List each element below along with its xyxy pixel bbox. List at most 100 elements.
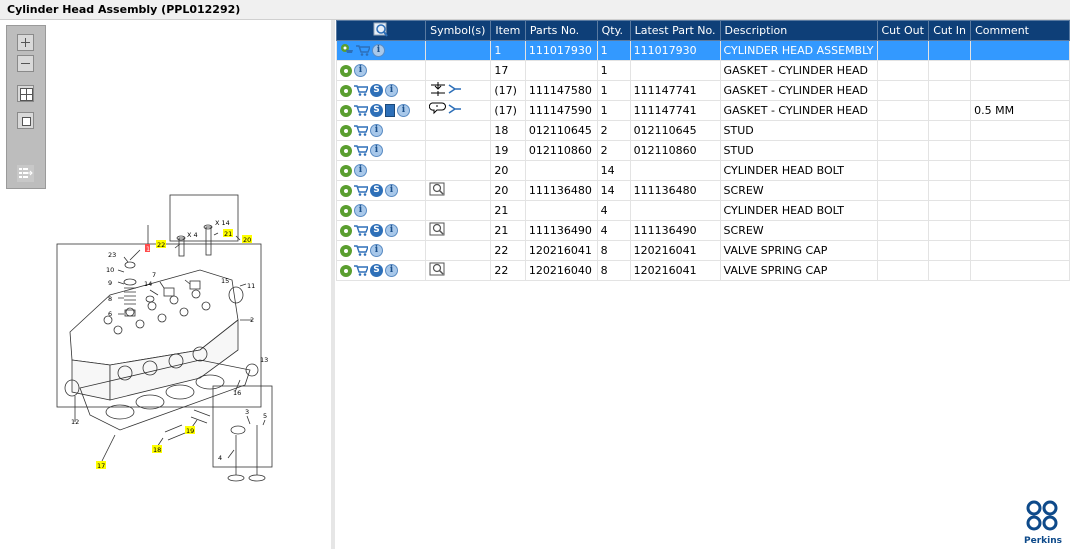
add-to-cart-icon[interactable] (354, 245, 368, 257)
latest-part-cell: 111136490 (629, 220, 721, 241)
service-icon[interactable]: S (370, 84, 383, 98)
column-header-description[interactable]: Description (719, 20, 878, 41)
cut-in-cell (928, 140, 972, 161)
service-icon[interactable]: S (370, 104, 383, 118)
callout-11[interactable]: 11 (247, 282, 255, 290)
configure-cart-icon[interactable] (340, 43, 354, 58)
add-to-cart-icon[interactable] (356, 45, 370, 56)
configure-icon[interactable] (340, 264, 352, 277)
callout-21[interactable]: 21 (224, 230, 232, 238)
column-header-qty[interactable]: Qty. (596, 20, 631, 41)
info-icon[interactable]: i (385, 264, 398, 278)
table-row[interactable]: i 1 111017930 1 111017930 CYLINDER HEAD ASSEM… (335, 40, 1070, 61)
callout-12[interactable]: 12 (71, 418, 79, 426)
table-row[interactable]: i 17 1 GASKET - CYLINDER HEAD (335, 60, 1070, 81)
callout-x14: X 14 (215, 219, 230, 227)
table-row[interactable]: i 21 4 CYLINDER HEAD BOLT (335, 200, 1070, 221)
table-row[interactable]: i 18 012110645 2 012110645 STUD (335, 120, 1070, 141)
column-header-part-no[interactable]: Parts No. (524, 20, 598, 41)
info-icon[interactable]: i (354, 164, 367, 178)
service-icon[interactable]: S (370, 224, 383, 238)
service-icon[interactable]: S (370, 264, 383, 278)
diagram-pane[interactable]: 1 2 3 4 5 6 7 8 9 10 11 12 13 14 15 16 1… (0, 20, 331, 549)
callout-5[interactable]: 5 (263, 412, 267, 420)
info-icon[interactable]: i (385, 84, 398, 98)
view-detail-icon[interactable] (429, 261, 447, 277)
configure-icon[interactable] (340, 144, 352, 157)
info-icon[interactable]: i (385, 184, 398, 198)
manual-icon[interactable] (385, 104, 395, 118)
add-to-cart-icon[interactable] (354, 185, 368, 197)
callout-22[interactable]: 22 (157, 241, 165, 249)
configure-icon[interactable] (340, 104, 352, 117)
add-to-cart-icon[interactable] (354, 85, 368, 97)
info-icon[interactable]: i (370, 124, 383, 138)
table-row[interactable]: Si 22 120216040 8 120216041 VALVE SPRING CAP (335, 260, 1070, 281)
table-row[interactable]: Si (17) 111147580 1 111147741 GASKET - CYLIND… (335, 80, 1070, 101)
configure-icon[interactable] (340, 64, 352, 77)
supersession-note-icon[interactable] (428, 101, 463, 117)
info-icon[interactable]: i (385, 224, 398, 238)
column-header-symbols[interactable]: Symbol(s) (425, 20, 492, 41)
add-to-cart-icon[interactable] (354, 225, 368, 237)
item-cell: 19 (490, 140, 526, 161)
info-icon[interactable]: i (370, 144, 383, 158)
row-actions-cell: Si (335, 260, 427, 281)
info-icon[interactable]: i (372, 44, 385, 57)
callout-14[interactable]: 14 (144, 280, 152, 288)
callout-4[interactable]: 4 (218, 454, 222, 462)
column-header-cut-in[interactable]: Cut In (928, 20, 972, 41)
info-icon[interactable]: i (354, 64, 367, 78)
add-to-cart-icon[interactable] (354, 145, 368, 157)
callout-9[interactable]: 9 (108, 279, 112, 287)
column-header-item[interactable]: Item (490, 20, 526, 41)
column-header-cut-out[interactable]: Cut Out (876, 20, 930, 41)
info-icon[interactable]: i (354, 204, 367, 218)
configure-icon[interactable] (340, 84, 352, 97)
description-cell: GASKET - CYLINDER HEAD (719, 60, 878, 81)
callout-2[interactable]: 2 (250, 316, 254, 324)
comment-cell (970, 60, 1070, 81)
callout-7[interactable]: 7 (152, 271, 156, 279)
service-icon[interactable]: S (370, 184, 383, 198)
table-row[interactable]: Si 20 111136480 14 111136480 SCREW (335, 180, 1070, 201)
table-row[interactable]: Si 21 111136490 4 111136490 SCREW (335, 220, 1070, 241)
column-header-comment[interactable]: Comment (970, 20, 1070, 41)
configure-icon[interactable] (340, 224, 352, 237)
callout-10[interactable]: 10 (106, 266, 114, 274)
info-icon[interactable]: i (397, 104, 410, 118)
column-header-latest-part[interactable]: Latest Part No. (629, 20, 721, 41)
callout-1[interactable]: 1 (146, 245, 150, 253)
callout-8[interactable]: 8 (108, 295, 112, 303)
configure-icon[interactable] (340, 184, 352, 197)
cut-out-cell (876, 260, 930, 281)
callout-13[interactable]: 13 (260, 356, 268, 364)
callout-23[interactable]: 23 (108, 251, 116, 259)
table-row[interactable]: Si (17) 111147590 1 111147741 GASKET - CYLIND… (335, 100, 1070, 121)
configure-icon[interactable] (340, 244, 352, 257)
view-detail-icon[interactable] (429, 221, 447, 237)
configure-icon[interactable] (340, 124, 352, 137)
callout-15[interactable]: 15 (221, 277, 229, 285)
column-header-icons[interactable] (335, 20, 427, 41)
table-row[interactable]: i 20 14 CYLINDER HEAD BOLT (335, 160, 1070, 181)
supersession-split-icon[interactable] (429, 81, 463, 97)
callout-3[interactable]: 3 (245, 408, 249, 416)
info-icon[interactable]: i (370, 244, 383, 258)
callout-6[interactable]: 6 (108, 310, 112, 318)
view-detail-icon[interactable] (429, 181, 447, 197)
table-row[interactable]: i 19 012110860 2 012110860 STUD (335, 140, 1070, 161)
configure-icon[interactable] (340, 204, 352, 217)
add-to-cart-icon[interactable] (354, 125, 368, 137)
exploded-parts-diagram[interactable]: 1 2 3 4 5 6 7 8 9 10 11 12 13 14 15 16 1… (0, 20, 331, 549)
add-to-cart-icon[interactable] (354, 105, 368, 117)
configure-icon[interactable] (340, 164, 352, 177)
callout-16[interactable]: 16 (233, 389, 241, 397)
add-to-cart-icon[interactable] (354, 265, 368, 277)
table-row[interactable]: i 22 120216041 8 120216041 VALVE SPRING CAP (335, 240, 1070, 261)
callout-17[interactable]: 17 (97, 462, 105, 470)
find-icon[interactable] (373, 22, 389, 37)
callout-18[interactable]: 18 (153, 446, 161, 454)
callout-19[interactable]: 19 (186, 427, 194, 435)
callout-20[interactable]: 20 (243, 236, 251, 244)
